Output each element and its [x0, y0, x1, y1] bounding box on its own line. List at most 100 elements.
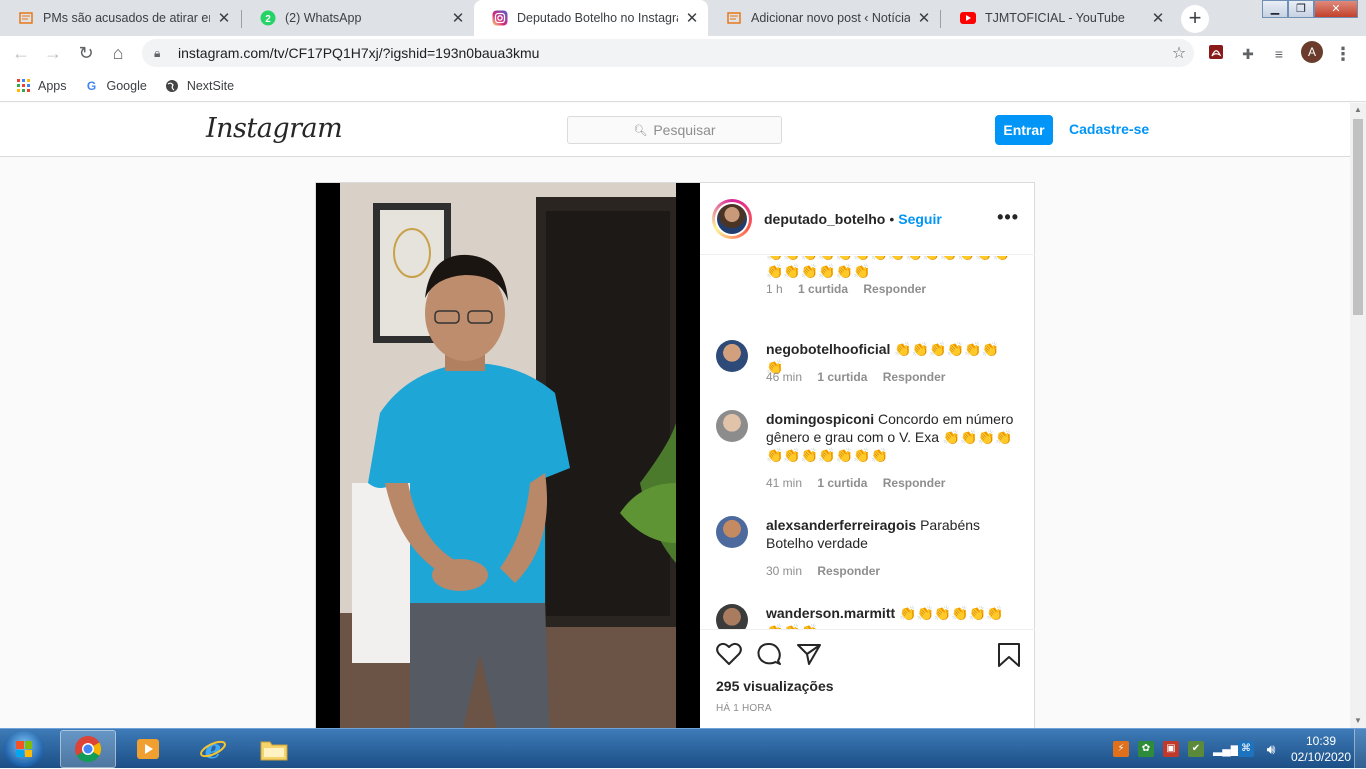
bookmark-apps[interactable]: Apps — [16, 79, 67, 93]
commenter-avatar[interactable] — [716, 604, 748, 629]
comment-likes[interactable]: 1 curtida — [817, 370, 867, 384]
tab-news-pms[interactable]: PMs são acusados de atirar em ✕ — [0, 2, 240, 34]
media-player-icon — [137, 739, 159, 759]
more-options-icon[interactable]: ••• — [997, 207, 1019, 228]
tab-adicionar-post[interactable]: Adicionar novo post ‹ Notícia to ✕ — [708, 2, 940, 34]
menu-kebab-icon[interactable]: ⋮ — [1333, 44, 1353, 64]
comments-list: 👏👏👏👏👏👏👏👏👏👏👏👏👏👏👏👏👏👏👏👏 1 h 1 curtida Respo… — [700, 256, 1035, 629]
comment-username[interactable]: negobotelhooficial — [766, 341, 890, 357]
comment-bubble-icon[interactable] — [756, 642, 782, 666]
reload-icon[interactable]: ↻ — [73, 40, 99, 66]
tab-instagram[interactable]: Deputado Botelho no Instagram ✕ — [474, 0, 708, 36]
author-username[interactable]: deputado_botelho — [764, 211, 885, 227]
url-text: instagram.com/tv/CF17PQ1H7xj/?igshid=193… — [178, 45, 540, 61]
puzzle-extensions-icon[interactable]: ✚ — [1238, 44, 1258, 64]
close-tab-icon[interactable]: ✕ — [684, 9, 700, 27]
start-button[interactable] — [4, 731, 44, 767]
search-input[interactable]: 🔍︎ Pesquisar — [567, 116, 782, 144]
close-tab-icon[interactable]: ✕ — [216, 9, 232, 27]
page-scrollbar[interactable]: ▲ ▼ — [1350, 103, 1366, 728]
comment-likes[interactable]: 1 curtida — [817, 476, 867, 490]
back-icon[interactable]: ← — [8, 40, 34, 66]
commenter-avatar[interactable] — [716, 410, 748, 442]
new-tab-button[interactable]: + — [1181, 5, 1209, 33]
tray-app-icon[interactable]: ▣ — [1163, 741, 1179, 757]
svg-text:e: e — [205, 735, 222, 763]
windows-logo-icon — [16, 741, 32, 757]
scroll-up-icon[interactable]: ▲ — [1350, 103, 1366, 117]
comment-meta: 41 min 1 curtida Responder — [766, 476, 957, 490]
comment-username[interactable]: wanderson.marmitt — [766, 605, 895, 621]
tab-youtube[interactable]: TJMTOFICIAL - YouTube ✕ — [942, 2, 1174, 34]
windows-taskbar: e ⚡ ✿ ▣ ✔ ▂▄▆ ⌘ 🔊︎ 10:39 02/10/2020 — [0, 728, 1366, 769]
show-desktop-button[interactable] — [1354, 729, 1366, 769]
tray-app-icon[interactable]: ⚡ — [1113, 741, 1129, 757]
google-icon: G — [86, 78, 97, 93]
tab-title: (2) WhatsApp — [285, 11, 362, 25]
bookmark-star-icon[interactable]: ☆ — [1164, 43, 1194, 63]
tray-app-icon[interactable]: ⌘ — [1238, 741, 1254, 757]
pdf-extension-icon[interactable] — [1206, 44, 1226, 64]
commenter-avatar[interactable] — [716, 340, 748, 372]
comment-username[interactable]: alexsanderferreiragois — [766, 517, 916, 533]
taskbar-media-player[interactable] — [120, 730, 176, 768]
maximize-button[interactable]: ❐ — [1288, 0, 1314, 18]
video-still-image — [340, 183, 676, 728]
tab-title: TJMTOFICIAL - YouTube — [985, 11, 1125, 25]
instagram-logo[interactable]: Instagram — [206, 113, 343, 144]
taskbar-chrome[interactable] — [60, 730, 116, 768]
author-avatar[interactable] — [712, 198, 752, 239]
tab-title: Deputado Botelho no Instagram — [517, 11, 678, 25]
save-bookmark-icon[interactable] — [997, 642, 1021, 668]
close-tab-icon[interactable]: ✕ — [1150, 9, 1166, 27]
post-side-panel: deputado_botelho • Seguir ••• 👏👏👏👏👏👏👏👏👏👏… — [700, 183, 1035, 728]
tray-app-icon[interactable]: ✿ — [1138, 741, 1154, 757]
comment-time: 41 min — [766, 476, 803, 490]
address-bar[interactable]: 🔒︎ instagram.com/tv/CF17PQ1H7xj/?igshid=… — [142, 39, 1194, 67]
reply-button[interactable]: Responder — [883, 476, 946, 490]
bookmark-nextsite[interactable]: NextSite — [165, 79, 234, 93]
taskbar-file-explorer[interactable] — [246, 730, 302, 768]
tray-app-icon[interactable]: ✔ — [1188, 741, 1204, 757]
close-tab-icon[interactable]: ✕ — [916, 9, 932, 27]
follow-button[interactable]: Seguir — [898, 211, 942, 227]
volume-icon[interactable]: 🔊︎ — [1263, 741, 1279, 757]
video-frame — [340, 183, 676, 728]
like-heart-icon[interactable] — [716, 642, 742, 666]
signup-link[interactable]: Cadastre-se — [1069, 121, 1149, 137]
view-count[interactable]: 295 visualizações — [716, 678, 834, 694]
reply-button[interactable]: Responder — [863, 282, 926, 296]
bookmark-label: NextSite — [186, 78, 235, 93]
login-button[interactable]: Entrar — [995, 115, 1053, 145]
tab-strip: PMs são acusados de atirar em ✕ 2 (2) Wh… — [0, 0, 1366, 36]
tab-whatsapp[interactable]: 2 (2) WhatsApp ✕ — [242, 2, 474, 34]
comment-likes[interactable]: 1 curtida — [798, 282, 848, 296]
igtv-video-player[interactable] — [316, 183, 700, 728]
minimize-button[interactable]: ▁ — [1262, 0, 1288, 18]
tab-title: PMs são acusados de atirar em — [43, 11, 210, 25]
home-icon[interactable]: ⌂ — [105, 40, 131, 66]
system-clock[interactable]: 10:39 02/10/2020 — [1288, 733, 1354, 765]
internet-explorer-icon: e — [200, 735, 226, 763]
bookmark-label: Google — [106, 78, 147, 93]
folder-icon — [260, 741, 288, 761]
close-window-button[interactable]: ✕ — [1314, 0, 1358, 18]
close-tab-icon[interactable]: ✕ — [450, 9, 466, 27]
system-tray: ⚡ ✿ ▣ ✔ ▂▄▆ ⌘ 🔊︎ 10:39 02/10/2020 — [1113, 729, 1366, 769]
comment-text: 👏👏👏👏👏👏👏👏👏👏👏👏👏👏👏👏👏👏👏👏 — [766, 256, 1010, 279]
bookmark-google[interactable]: G Google — [85, 79, 147, 93]
taskbar-internet-explorer[interactable]: e — [185, 730, 241, 768]
profile-avatar[interactable]: A — [1301, 41, 1323, 63]
reply-button[interactable]: Responder — [817, 564, 880, 578]
scroll-down-icon[interactable]: ▼ — [1350, 714, 1366, 728]
comment-time: 30 min — [766, 564, 803, 578]
media-controls-icon[interactable]: ≡ — [1269, 44, 1289, 64]
globe-icon — [165, 79, 179, 93]
network-signal-icon[interactable]: ▂▄▆ — [1213, 741, 1240, 757]
share-paper-plane-icon[interactable] — [796, 642, 822, 666]
reply-button[interactable]: Responder — [883, 370, 946, 384]
commenter-avatar[interactable] — [716, 516, 748, 548]
forward-icon[interactable]: → — [40, 40, 66, 66]
scrollbar-thumb[interactable] — [1353, 119, 1363, 315]
comment-username[interactable]: domingospiconi — [766, 411, 874, 427]
